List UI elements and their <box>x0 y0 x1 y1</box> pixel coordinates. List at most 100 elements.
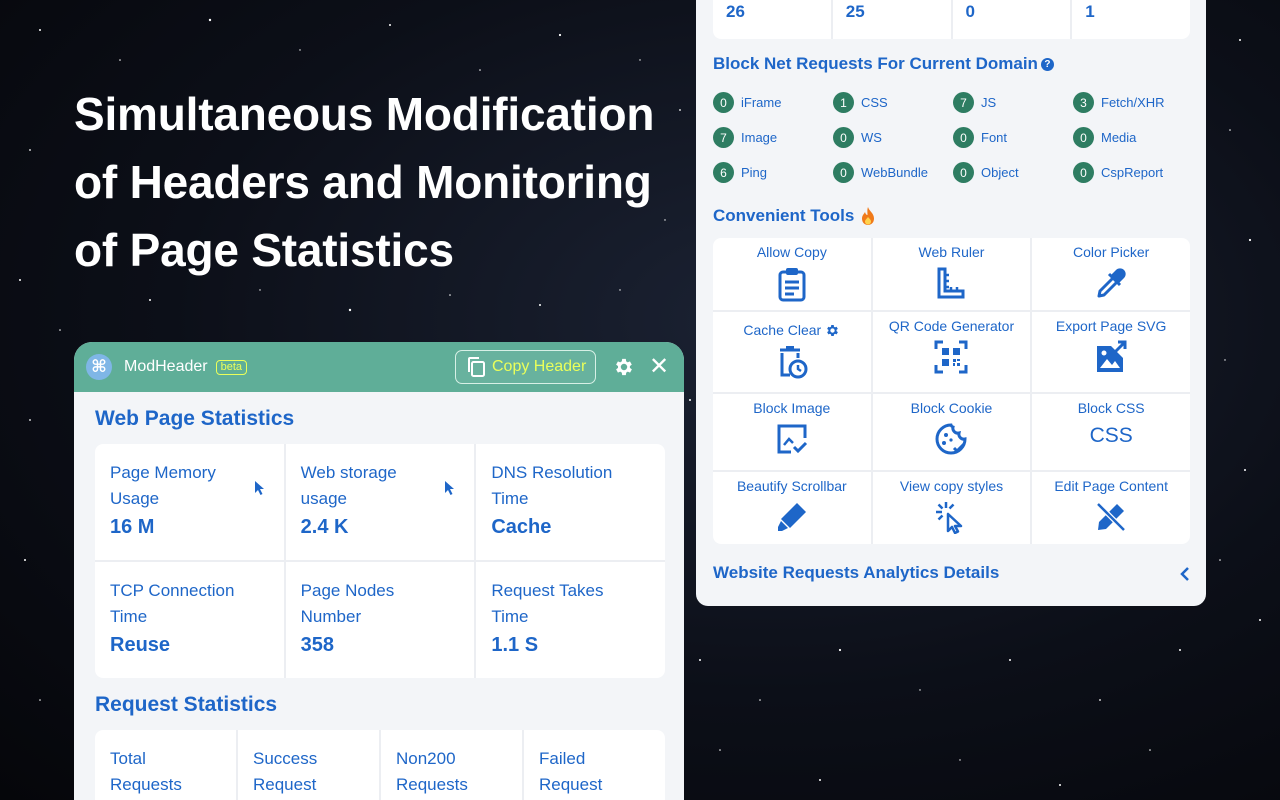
block-toggle-js[interactable]: 7 JS <box>953 92 1073 113</box>
tool-beautify-scrollbar[interactable]: Beautify Scrollbar <box>713 472 871 544</box>
tool-export-svg[interactable]: Export Page SVG <box>1032 312 1190 392</box>
modheader-toolbar: ⌘ ModHeader beta Copy Header ✕ <box>74 342 684 392</box>
req-total: Total Requests <box>95 730 236 800</box>
block-toggle-css[interactable]: 1 CSS <box>833 92 953 113</box>
trash-clock-icon <box>779 346 808 379</box>
fire-icon <box>862 207 875 225</box>
count-badge: 0 <box>1073 162 1094 183</box>
eyedropper-icon <box>1097 268 1126 298</box>
block-label: iFrame <box>741 95 782 110</box>
stat-label: Web storage usage <box>300 463 397 508</box>
tool-label: Allow Copy <box>756 244 827 260</box>
pointer-cursor-icon[interactable] <box>254 480 266 496</box>
block-toggle-webbundle[interactable]: 0 WebBundle <box>833 162 953 183</box>
req-label: Total Requests <box>110 749 182 794</box>
copy-icon <box>468 357 485 377</box>
tool-label-row: Cache Clear <box>713 322 871 338</box>
tool-web-ruler[interactable]: Web Ruler <box>872 238 1031 310</box>
block-toggle-cspreport[interactable]: 0 CspReport <box>1073 162 1193 183</box>
tool-color-picker[interactable]: Color Picker <box>1032 238 1190 310</box>
chevron-left-icon[interactable] <box>1179 565 1191 583</box>
stat-label: Page Memory Usage <box>110 463 216 508</box>
stat-web-storage: Web storage usage 2.4 K <box>285 444 475 560</box>
css-text-icon: CSS <box>1089 424 1133 447</box>
block-toggle-object[interactable]: 0 Object <box>953 162 1073 183</box>
req-label: Non200 Requests <box>396 749 468 794</box>
tool-label: Block CSS <box>1077 400 1145 416</box>
stat-tcp: TCP Connection Time Reuse <box>95 562 284 678</box>
block-toggle-fetch[interactable]: 3 Fetch/XHR <box>1073 92 1193 113</box>
stat-value: 1.1 S <box>491 634 539 656</box>
analytics-row[interactable]: Website Requests Analytics Details <box>713 563 1191 583</box>
block-requests-title: Block Net Requests For Current Domain ? <box>713 54 1054 74</box>
tools-title-label: Convenient Tools <box>713 206 855 225</box>
web-stats-title: Web Page Statistics <box>95 407 295 430</box>
tool-block-cookie[interactable]: Block Cookie <box>872 394 1031 470</box>
analytics-title: Website Requests Analytics Details <box>713 563 1000 582</box>
req-failed: Failed Request <box>524 730 665 800</box>
tool-label: QR Code Generator <box>888 318 1015 334</box>
tool-block-css[interactable]: Block CSS CSS <box>1032 394 1190 470</box>
cookie-icon <box>936 423 967 455</box>
qr-code-icon <box>934 340 968 374</box>
settings-gear-icon[interactable] <box>825 323 840 338</box>
block-toggle-media[interactable]: 0 Media <box>1073 127 1193 148</box>
command-logo-icon: ⌘ <box>86 354 112 380</box>
block-label: WebBundle <box>861 165 928 180</box>
tool-label: Block Image <box>753 400 831 416</box>
tool-view-copy-styles[interactable]: View copy styles <box>872 472 1031 544</box>
cursor-click-icon <box>936 502 963 534</box>
count-badge: 7 <box>953 92 974 113</box>
tool-label: Web Ruler <box>918 244 985 260</box>
req-success: Success Request <box>238 730 379 800</box>
stat-page-memory: Page Memory Usage 16 M <box>95 444 284 560</box>
block-label: Ping <box>741 165 768 180</box>
pointer-cursor-icon[interactable] <box>444 480 456 496</box>
tool-label: Beautify Scrollbar <box>736 478 847 494</box>
web-stats-grid: Page Memory Usage 16 M Web storage usage… <box>95 444 665 678</box>
block-requests-label: Block Net Requests For Current Domain <box>713 54 1038 73</box>
hero-line-1: Simultaneous Modification <box>74 88 655 140</box>
stat-label: Request Takes Time <box>491 581 604 626</box>
request-stats-grid: Total Requests Success Request Non200 Re… <box>95 730 665 800</box>
close-icon[interactable]: ✕ <box>649 355 669 379</box>
block-label: Font <box>981 130 1008 145</box>
tool-label: Export Page SVG <box>1055 318 1167 334</box>
tool-label: View copy styles <box>899 478 1004 494</box>
block-toggle-ping[interactable]: 6 Ping <box>713 162 833 183</box>
block-label: CSS <box>861 95 888 110</box>
tool-label: Block Cookie <box>910 400 993 416</box>
tool-qr-code[interactable]: QR Code Generator <box>872 312 1031 392</box>
settings-gear-icon[interactable] <box>613 356 635 378</box>
block-label: CspReport <box>1101 165 1164 180</box>
count-badge: 1 <box>833 92 854 113</box>
tool-allow-copy[interactable]: Allow Copy <box>713 238 871 310</box>
count-badge: 6 <box>713 162 734 183</box>
count-badge: 0 <box>833 127 854 148</box>
block-toggle-ws[interactable]: 0 WS <box>833 127 953 148</box>
app-title: ModHeader <box>124 358 208 375</box>
tool-label: Color Picker <box>1073 244 1150 260</box>
block-toggle-font[interactable]: 0 Font <box>953 127 1073 148</box>
copy-header-button[interactable]: Copy Header <box>455 350 596 384</box>
block-toggle-iframe[interactable]: 0 iFrame <box>713 92 833 113</box>
tool-block-image[interactable]: Block Image <box>713 394 871 470</box>
count-badge: 0 <box>953 127 974 148</box>
marker-icon <box>777 503 806 531</box>
hero-heading: Simultaneous Modification of Headers and… <box>74 80 674 284</box>
stat-value: 16 M <box>110 516 155 538</box>
help-icon[interactable]: ? <box>1040 57 1054 71</box>
top-number: 0 <box>952 0 1071 39</box>
block-toggle-image[interactable]: 7 Image <box>713 127 833 148</box>
block-label: Object <box>981 165 1019 180</box>
modheader-popup: ⌘ ModHeader beta Copy Header ✕ Web Page … <box>74 342 684 800</box>
stat-value: Cache <box>491 516 552 538</box>
stat-value: Reuse <box>110 634 171 656</box>
stat-value: 2.4 K <box>300 516 349 538</box>
tool-edit-page[interactable]: Edit Page Content <box>1032 472 1190 544</box>
tool-cache-clear[interactable]: Cache Clear <box>713 312 871 392</box>
image-check-icon <box>777 424 807 454</box>
top-numbers-row: 26 25 0 1 <box>713 0 1190 39</box>
block-label: Image <box>741 130 778 145</box>
top-number: 1 <box>1072 0 1190 39</box>
